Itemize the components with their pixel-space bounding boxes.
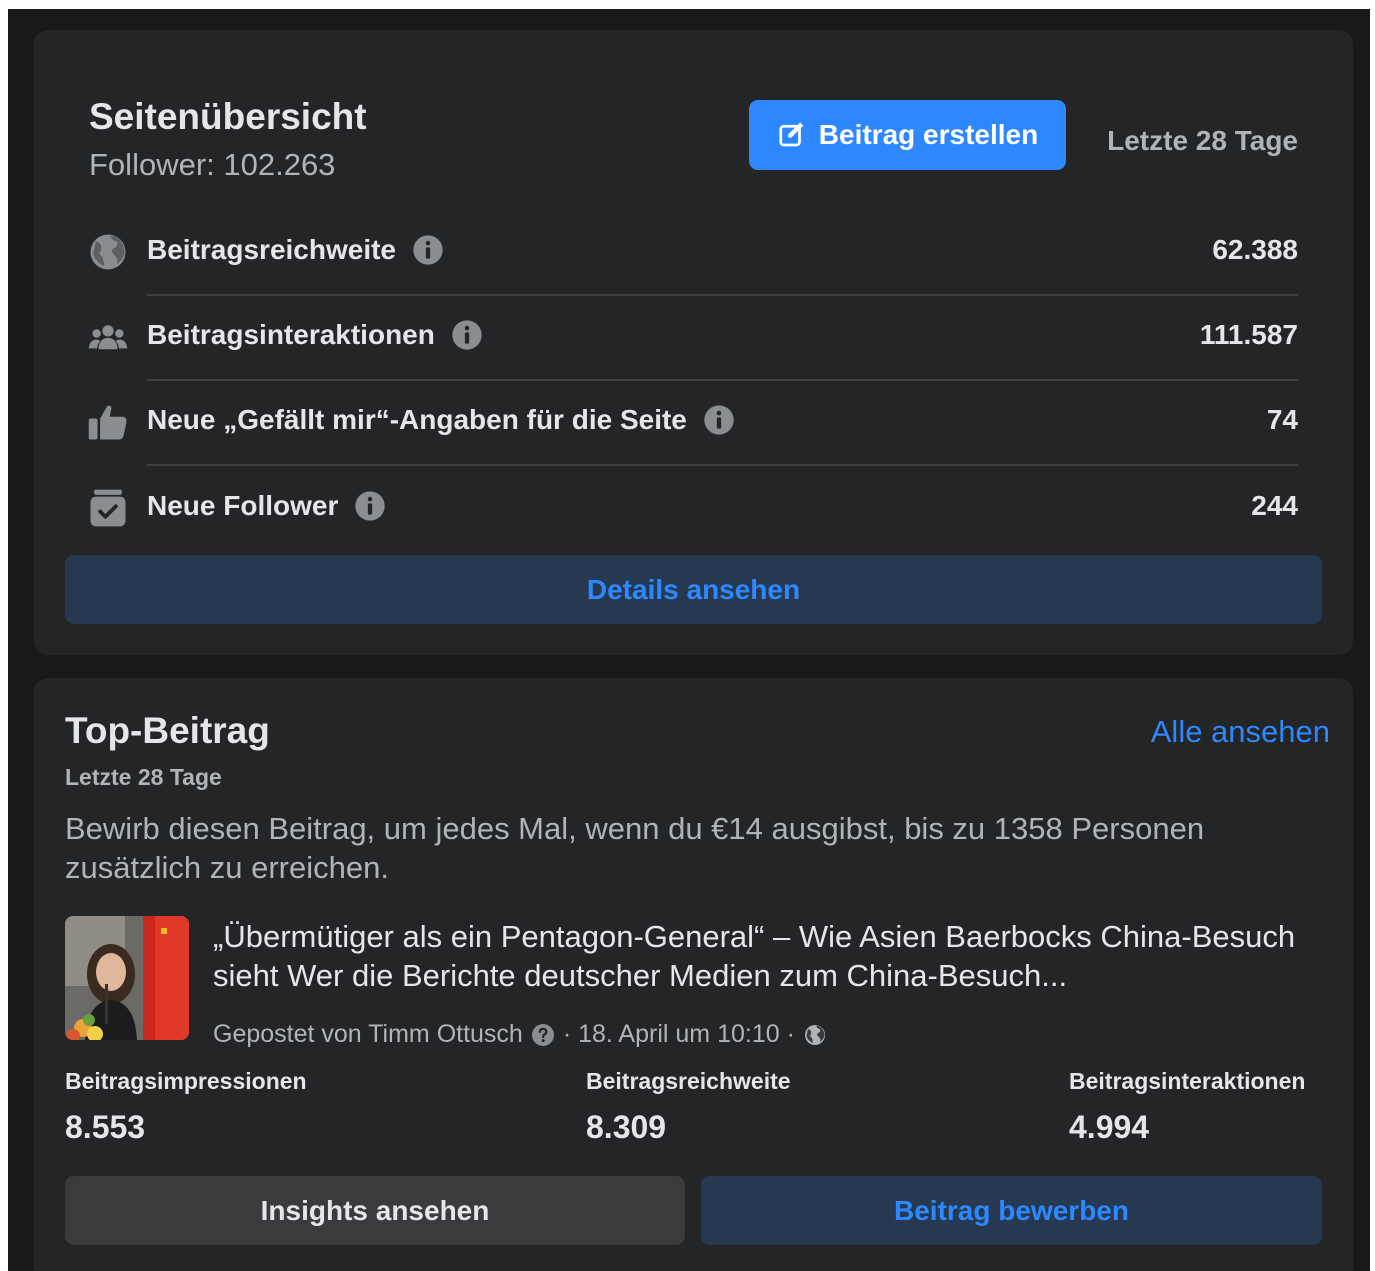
- thumbs-up-icon: [88, 405, 127, 440]
- edit-icon: [779, 122, 804, 147]
- stat-value: 8.309: [586, 1109, 667, 1145]
- stat-label: Beitragsinteraktionen: [1069, 1068, 1306, 1094]
- date-range-selector[interactable]: Letzte 28 Tage: [1107, 125, 1298, 157]
- metric-value: 62.388: [1212, 234, 1298, 265]
- post-author: Gepostet von Timm Ottusch: [213, 1020, 523, 1048]
- info-icon[interactable]: [451, 319, 483, 351]
- top-post-card: Top-Beitrag Alle ansehen Letzte 28 Tage …: [34, 678, 1353, 1271]
- create-post-button[interactable]: Beitrag erstellen: [749, 100, 1066, 170]
- metric-value: 244: [1251, 490, 1298, 521]
- promotion-hint: Bewirb diesen Beitrag, um jedes Mal, wen…: [65, 811, 1205, 885]
- post-thumbnail[interactable]: [65, 916, 189, 1040]
- metric-label: Beitragsreichweite: [147, 234, 396, 265]
- people-icon: [88, 325, 128, 350]
- post-meta: Gepostet von Timm Ottusch · 18. April um…: [213, 1020, 827, 1049]
- help-icon[interactable]: [531, 1023, 555, 1047]
- metric-label: Neue „Gefällt mir“-Angaben für die Seite: [147, 404, 687, 435]
- info-icon[interactable]: [354, 490, 386, 522]
- metric-row-new-page-likes: Neue „Gefällt mir“-Angaben für die Seite…: [87, 380, 1298, 466]
- view-insights-button[interactable]: Insights ansehen: [65, 1176, 685, 1245]
- stat-value: 4.994: [1069, 1109, 1150, 1145]
- stat-label: Beitragsimpressionen: [65, 1068, 307, 1094]
- post-thumbnail-image: [65, 916, 189, 1040]
- metric-value: 74: [1266, 404, 1298, 435]
- promote-post-button[interactable]: Beitrag bewerben: [701, 1176, 1322, 1245]
- create-post-label: Beitrag erstellen: [818, 119, 1039, 150]
- follower-check-icon: [90, 489, 126, 527]
- page-overview-card: Seitenübersicht Follower: 102.263 Beitra…: [34, 30, 1353, 655]
- metric-row-post-reach: Beitragsreichweite 62.388: [87, 210, 1298, 296]
- stat-interactions: Beitragsinteraktionen 4.994: [1069, 1068, 1305, 1146]
- follower-count: Follower: 102.263: [89, 147, 336, 182]
- stat-impressions: Beitragsimpressionen 8.553: [65, 1068, 307, 1146]
- globe-icon: [90, 234, 126, 270]
- top-post-title: Top-Beitrag: [65, 710, 270, 751]
- globe-icon: [804, 1024, 825, 1045]
- top-post-period: Letzte 28 Tage: [65, 764, 222, 790]
- view-details-button[interactable]: Details ansehen: [65, 555, 1322, 624]
- see-all-link[interactable]: Alle ansehen: [1151, 714, 1330, 750]
- post-headline[interactable]: „Übermütiger als ein Pentagon-General“ –…: [213, 917, 1323, 995]
- overview-title: Seitenübersicht: [89, 96, 367, 137]
- metric-value: 111.587: [1199, 319, 1298, 350]
- metric-row-post-interactions: Beitragsinteraktionen 111.587: [87, 295, 1298, 381]
- post-date: · 18. April um 10:10 ·: [562, 1020, 795, 1048]
- stat-reach: Beitragsreichweite 8.309: [586, 1068, 791, 1146]
- stat-label: Beitragsreichweite: [586, 1068, 791, 1094]
- stat-value: 8.553: [65, 1109, 146, 1145]
- info-icon[interactable]: [412, 234, 444, 266]
- info-icon[interactable]: [703, 404, 735, 436]
- metric-label: Beitragsinteraktionen: [147, 319, 435, 350]
- metric-row-new-followers: Neue Follower 244: [87, 466, 1298, 552]
- page-background: Seitenübersicht Follower: 102.263 Beitra…: [8, 9, 1370, 1271]
- metric-label: Neue Follower: [147, 490, 339, 521]
